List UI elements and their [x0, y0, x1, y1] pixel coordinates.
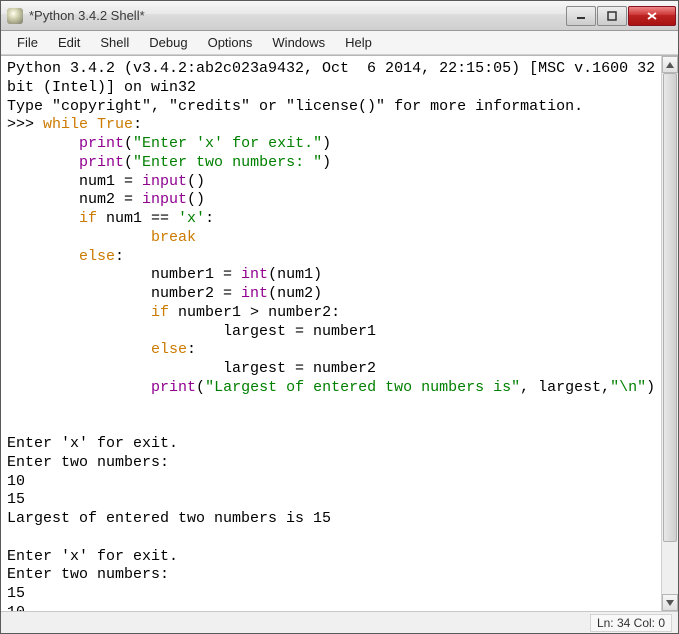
menu-file[interactable]: File [7, 33, 48, 52]
close-button[interactable] [628, 6, 676, 26]
menu-windows[interactable]: Windows [262, 33, 335, 52]
menu-edit[interactable]: Edit [48, 33, 90, 52]
python-icon [7, 8, 23, 24]
menu-debug[interactable]: Debug [139, 33, 197, 52]
window-title: *Python 3.4.2 Shell* [29, 8, 566, 23]
app-window: *Python 3.4.2 Shell* File Edit Shell Deb… [0, 0, 679, 634]
scroll-down-button[interactable] [662, 594, 678, 611]
minimize-icon [576, 11, 586, 21]
cursor-position: Ln: 34 Col: 0 [590, 614, 672, 632]
maximize-button[interactable] [597, 6, 627, 26]
menubar: File Edit Shell Debug Options Windows He… [1, 31, 678, 55]
chevron-down-icon [666, 600, 674, 606]
chevron-up-icon [666, 62, 674, 68]
statusbar: Ln: 34 Col: 0 [1, 611, 678, 633]
scroll-thumb[interactable] [663, 73, 677, 542]
titlebar[interactable]: *Python 3.4.2 Shell* [1, 1, 678, 31]
menu-shell[interactable]: Shell [90, 33, 139, 52]
menu-options[interactable]: Options [198, 33, 263, 52]
maximize-icon [607, 11, 617, 21]
close-icon [646, 11, 658, 21]
scroll-up-button[interactable] [662, 56, 678, 73]
menu-help[interactable]: Help [335, 33, 382, 52]
scroll-track[interactable] [662, 73, 678, 594]
minimize-button[interactable] [566, 6, 596, 26]
shell-text-area[interactable]: Python 3.4.2 (v3.4.2:ab2c023a9432, Oct 6… [1, 56, 661, 611]
vertical-scrollbar[interactable] [661, 56, 678, 611]
window-controls [566, 6, 676, 26]
content-wrap: Python 3.4.2 (v3.4.2:ab2c023a9432, Oct 6… [1, 55, 678, 611]
